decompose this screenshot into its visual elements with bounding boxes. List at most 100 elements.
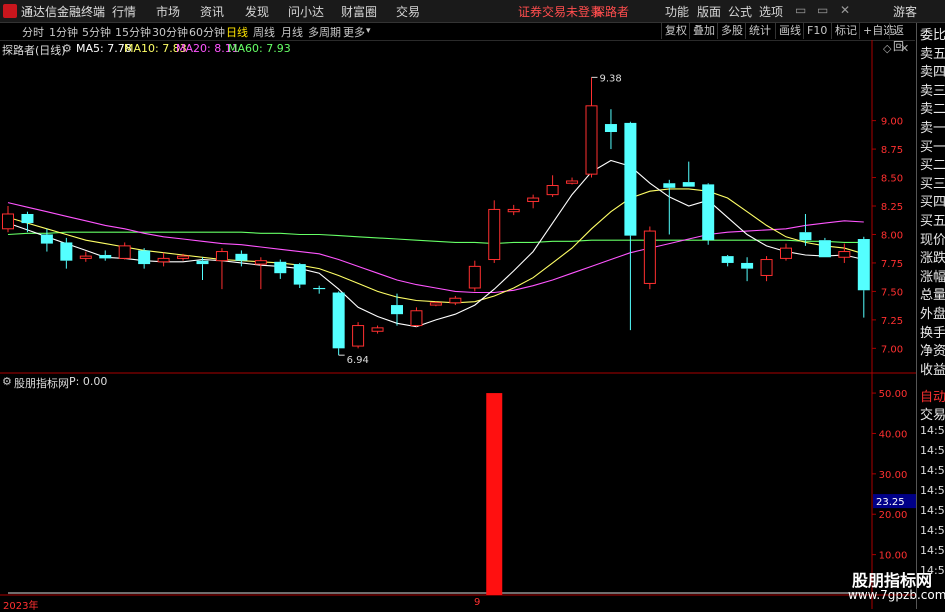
candle [118, 242, 131, 260]
candle-body-up [780, 247, 792, 259]
candle-body-up [215, 251, 228, 262]
price-tick-label: 8.50 [881, 174, 903, 185]
adjust-button[interactable]: 复权 [661, 23, 690, 39]
period-15min[interactable]: 15分钟 [115, 24, 151, 40]
price-tick-label: 8.00 [881, 230, 903, 241]
candle [332, 291, 345, 356]
candle-body-down [40, 234, 53, 244]
multi-stock-button[interactable]: 多股 [717, 23, 746, 39]
candle-body-up [177, 255, 190, 259]
period-5min[interactable]: 5分钟 [82, 24, 111, 40]
period-monthly[interactable]: 月线 [281, 24, 303, 40]
candle-body-down [21, 213, 34, 224]
app-logo-icon [3, 4, 17, 18]
user-name[interactable]: 探路者 [593, 3, 629, 20]
candle [838, 243, 851, 263]
chevron-down-icon[interactable]: ▾ [366, 26, 371, 36]
side-label: 委比 [920, 28, 945, 43]
menu-options[interactable]: 选项 [759, 3, 783, 20]
overlay-button[interactable]: 叠加 [689, 23, 718, 39]
menu-discover[interactable]: 发现 [245, 3, 269, 20]
menu-quotes[interactable]: 行情 [112, 3, 136, 20]
menu-layout[interactable]: 版面 [697, 3, 721, 20]
side-label: 外盘 [920, 307, 945, 322]
period-daily[interactable]: 日线 [226, 24, 248, 40]
restore-icon[interactable]: ▭ [817, 3, 828, 17]
menu-formula[interactable]: 公式 [728, 3, 752, 20]
side-label: 买一 [920, 139, 945, 155]
candle [391, 293, 403, 326]
gear-icon[interactable]: ⚙ [62, 42, 72, 55]
title-bar: 通达信金融终端 行情 市场 资讯 发现 问小达 财富圈 交易 证券交易未登录 探… [0, 0, 945, 23]
menu-function[interactable]: 功能 [665, 3, 689, 20]
stats-button[interactable]: 统计 [745, 23, 774, 39]
period-30min[interactable]: 30分钟 [152, 24, 188, 40]
menu-ask[interactable]: 问小达 [288, 3, 324, 20]
candle-body-down [274, 261, 287, 274]
menu-news[interactable]: 资讯 [200, 3, 224, 20]
period-multi[interactable]: 多周期 [308, 24, 341, 40]
back-button[interactable]: 返回 [889, 23, 915, 53]
quote-side-panel: 委比 卖五 卖四 卖三 卖二 卖一 买一 买二 买三 买四 买五 现价 涨跌 涨幅 总量 外盘 换手 净资 收益 自动… [916, 23, 945, 609]
candles [2, 77, 870, 356]
close-icon[interactable]: ✕ [840, 3, 850, 17]
f10-button[interactable]: F10 [803, 23, 830, 39]
trade-label[interactable]: 交易 [920, 404, 945, 423]
indicator-bar [486, 393, 503, 595]
candle-body-up [546, 185, 559, 196]
side-label: 总量 [920, 288, 945, 304]
date-label-left: 2023年 [3, 601, 39, 612]
date-label-mid: 9 [474, 597, 481, 608]
indicator-current-tag: 23.25 [876, 497, 905, 508]
trade-time: 14:56 [920, 424, 945, 437]
candle-body-down [235, 253, 248, 261]
period-1min[interactable]: 1分钟 [49, 24, 78, 40]
side-label: 净资 [920, 344, 945, 360]
chart-close-icon[interactable]: ✕ [900, 42, 909, 55]
candle-body-up [2, 213, 14, 230]
chart-canvas[interactable]: 9.00 8.75 8.50 8.25 8.00 7.75 7.50 7.25 7.00 9.38… [0, 40, 916, 609]
candle [196, 257, 209, 281]
candle [527, 194, 540, 209]
indicator-bars [8, 393, 864, 595]
ma20-line [7, 202, 864, 294]
chart-diamond-icon[interactable]: ◇ [883, 42, 891, 55]
period-weekly[interactable]: 周线 [253, 24, 275, 40]
candle [721, 254, 734, 267]
indicator-value: P: 0.00 [69, 375, 108, 388]
candle-body-up [118, 245, 131, 259]
candle-body-up [527, 197, 540, 202]
mark-button[interactable]: 标记 [831, 23, 860, 39]
candle-body-up [157, 257, 170, 263]
side-label: 买二 [920, 158, 945, 174]
login-status[interactable]: 证券交易未登录 [518, 3, 602, 20]
period-60min[interactable]: 60分钟 [189, 24, 225, 40]
guest-label[interactable]: 游客 [893, 3, 917, 20]
candle [585, 77, 598, 178]
candle [566, 177, 579, 185]
side-label: 涨跌 [920, 251, 945, 267]
period-more[interactable]: 更多 [343, 24, 365, 40]
menu-wealth[interactable]: 财富圈 [341, 3, 377, 20]
menu-market[interactable]: 市场 [156, 3, 180, 20]
candle [468, 260, 481, 292]
side-label: 卖二 [920, 102, 945, 118]
indicator-gear-icon[interactable]: ⚙ [2, 375, 12, 388]
side-label: 买五 [920, 214, 945, 229]
side-label: 卖三 [920, 83, 945, 99]
candle [2, 206, 14, 233]
period-intraday[interactable]: 分时 [22, 24, 44, 40]
minimize-icon[interactable]: ▭ [795, 3, 806, 17]
candle-body-up [352, 325, 365, 347]
auto-label[interactable]: 自动 [920, 386, 945, 405]
candle-body-down [196, 260, 209, 265]
ma60-line [7, 231, 864, 245]
candle [293, 262, 306, 288]
candle [818, 237, 831, 258]
candle [857, 236, 870, 318]
draw-button[interactable]: 画线 [775, 23, 804, 39]
candle [215, 248, 228, 290]
indicator-tick-label: 40.00 [879, 429, 908, 440]
menu-trade[interactable]: 交易 [396, 3, 420, 20]
side-label: 卖四 [920, 65, 945, 81]
